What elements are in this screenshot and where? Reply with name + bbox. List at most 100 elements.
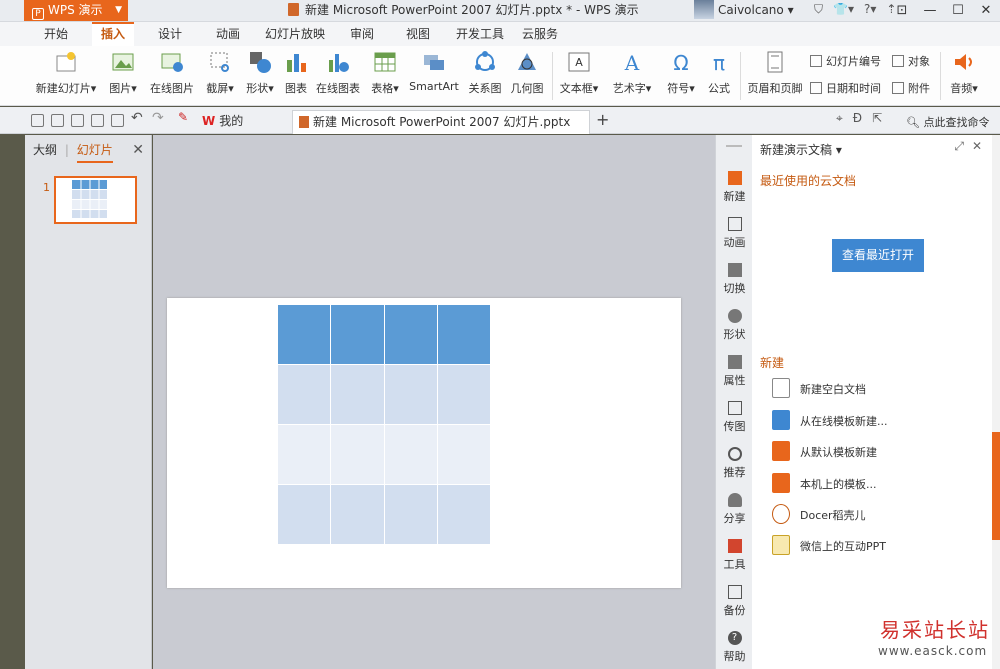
print-icon[interactable] bbox=[91, 114, 104, 127]
new-from-online-template[interactable]: 从在线模板新建... bbox=[772, 410, 888, 434]
sidebar-item-transition[interactable]: 切换 bbox=[716, 263, 753, 296]
slide[interactable] bbox=[167, 298, 681, 588]
sidebar-item-tools[interactable]: 工具 bbox=[716, 539, 753, 572]
open-icon[interactable] bbox=[31, 114, 44, 127]
tab-animation[interactable]: 动画 bbox=[208, 22, 248, 46]
chart-button[interactable]: 图表 bbox=[282, 50, 310, 96]
wechat-interactive-ppt[interactable]: 微信上的互动PPT bbox=[772, 535, 886, 559]
sidebar-item-properties[interactable]: 属性 bbox=[716, 355, 753, 388]
table-cell[interactable] bbox=[383, 424, 438, 485]
textbox-button[interactable]: A 文本框▾ bbox=[556, 50, 602, 96]
slide-number-button[interactable]: 幻灯片编号 bbox=[810, 53, 881, 69]
print-preview-icon[interactable] bbox=[111, 114, 124, 127]
sidebar-item-recommend[interactable]: 推荐 bbox=[716, 447, 753, 480]
minimize-button[interactable]: — bbox=[916, 0, 944, 21]
sidebar-item-animation[interactable]: 动画 bbox=[716, 217, 753, 250]
sidebar-item-share[interactable]: 分享 bbox=[716, 493, 753, 526]
sidebar-item-upload-image[interactable]: 传图 bbox=[716, 401, 753, 434]
tab-my-wps[interactable]: W我的WPS✕ bbox=[196, 110, 288, 150]
table-cell[interactable] bbox=[276, 364, 332, 425]
tab-review[interactable]: 审阅 bbox=[342, 22, 382, 46]
sidebar-item-help[interactable]: ? 帮助 bbox=[716, 631, 753, 664]
tab-document[interactable]: 新建 Microsoft PowerPoint 2007 幻灯片.pptx *✕ bbox=[292, 110, 590, 151]
formula-button[interactable]: π 公式 bbox=[704, 50, 734, 96]
sidebar-item-backup[interactable]: 备份 bbox=[716, 585, 753, 618]
table-cell[interactable] bbox=[436, 304, 492, 365]
fullscreen-icon[interactable]: ⊡ bbox=[888, 0, 916, 21]
shapes-button[interactable]: 形状▾ bbox=[242, 50, 278, 96]
smartart-button[interactable]: SmartArt bbox=[408, 50, 460, 93]
new-from-default-template[interactable]: 从默认模板新建 bbox=[772, 441, 877, 465]
audio-button[interactable]: 音频▾ bbox=[944, 50, 984, 96]
close-button[interactable]: ✕ bbox=[972, 0, 1000, 21]
tab-design[interactable]: 设计 bbox=[150, 22, 190, 46]
export-pdf-icon[interactable] bbox=[71, 114, 84, 127]
undo-icon[interactable]: ↶ bbox=[131, 110, 143, 126]
online-picture-button[interactable]: 在线图片 bbox=[148, 50, 196, 96]
undock-icon[interactable]: ⤢ bbox=[954, 139, 964, 153]
relation-chart-button[interactable]: 关系图 bbox=[466, 50, 504, 96]
skin-icon[interactable]: 👕▾ bbox=[833, 2, 854, 16]
tab-home[interactable]: 开始 bbox=[36, 22, 76, 46]
picture-button[interactable]: 图片▾ bbox=[106, 50, 140, 96]
maximize-button[interactable]: ☐ bbox=[944, 0, 972, 21]
table-cell[interactable] bbox=[330, 304, 385, 365]
online-chart-button[interactable]: 在线图表 bbox=[314, 50, 362, 96]
table-cell[interactable] bbox=[276, 484, 332, 545]
table-cell[interactable] bbox=[383, 484, 438, 545]
attachment-button[interactable]: 附件 bbox=[892, 80, 930, 96]
save-icon[interactable] bbox=[51, 114, 64, 127]
local-templates[interactable]: 本机上的模板... bbox=[772, 473, 877, 497]
geometry-button[interactable]: 几何图 bbox=[508, 50, 546, 96]
d-icon[interactable]: Ð bbox=[853, 111, 862, 125]
tab-outline[interactable]: 大纲 bbox=[33, 143, 57, 157]
table-cell[interactable] bbox=[383, 304, 438, 365]
collapse-icon[interactable]: ⇱ bbox=[872, 111, 882, 125]
table-cell[interactable] bbox=[436, 424, 492, 485]
new-blank-doc[interactable]: 新建空白文档 bbox=[772, 378, 866, 402]
task-pane-title[interactable]: 新建演示文稿 ▾ bbox=[760, 141, 842, 158]
slide-thumbnail[interactable] bbox=[54, 176, 137, 224]
slide-table[interactable] bbox=[276, 304, 492, 545]
close-icon[interactable]: ✕ bbox=[132, 135, 144, 165]
object-button[interactable]: 对象 bbox=[892, 53, 930, 69]
new-tab-button[interactable]: + bbox=[596, 110, 609, 129]
scrollbar[interactable] bbox=[992, 135, 1000, 669]
format-painter-icon[interactable]: ✎ bbox=[178, 110, 188, 124]
tab-slides[interactable]: 幻灯片 bbox=[76, 143, 113, 163]
tab-slideshow[interactable]: 幻灯片放映 bbox=[262, 22, 328, 46]
header-footer-button[interactable]: 页眉和页脚 bbox=[746, 50, 804, 96]
table-cell[interactable] bbox=[276, 304, 332, 365]
pin-icon[interactable]: ⌖ bbox=[836, 111, 843, 125]
shield-icon[interactable]: ⛉ bbox=[814, 2, 823, 16]
redo-icon[interactable]: ↷ bbox=[152, 110, 164, 126]
table-cell[interactable] bbox=[330, 484, 385, 545]
sidebar-item-shape[interactable]: 形状 bbox=[716, 309, 753, 342]
tab-cloud[interactable]: 云服务 bbox=[520, 22, 560, 46]
help-icon[interactable]: ?▾ bbox=[864, 2, 876, 16]
screenshot-button[interactable]: 截屏▾ bbox=[202, 50, 238, 96]
symbol-button[interactable]: Ω 符号▾ bbox=[664, 50, 698, 96]
table-cell[interactable] bbox=[436, 484, 492, 545]
drag-handle[interactable] bbox=[726, 145, 742, 147]
table-cell[interactable] bbox=[330, 364, 385, 425]
scrollbar-thumb[interactable] bbox=[992, 432, 1000, 540]
view-recent-button[interactable]: 查看最近打开 bbox=[832, 239, 924, 272]
app-menu-button[interactable]: P WPS 演示 ▼ bbox=[24, 0, 128, 21]
table-cell[interactable] bbox=[276, 424, 332, 485]
table-cell[interactable] bbox=[436, 364, 492, 425]
tab-view[interactable]: 视图 bbox=[398, 22, 438, 46]
table-cell[interactable] bbox=[330, 424, 385, 485]
date-time-button[interactable]: 日期和时间 bbox=[810, 80, 881, 96]
new-slide-button[interactable]: 新建幻灯片▾ bbox=[32, 50, 100, 96]
user-account[interactable]: Caivolcano ▾ bbox=[694, 0, 794, 21]
table-button[interactable]: 表格▾ bbox=[366, 50, 404, 96]
table-cell[interactable] bbox=[383, 364, 438, 425]
wordart-button[interactable]: A 艺术字▾ bbox=[608, 50, 656, 96]
close-icon[interactable]: ✕ bbox=[972, 139, 982, 153]
tab-developer[interactable]: 开发工具 bbox=[454, 22, 506, 46]
sidebar-item-new[interactable]: 新建 bbox=[716, 171, 753, 204]
command-search[interactable]: 🔍︎ 点此查找命令 bbox=[906, 114, 989, 130]
docer-link[interactable]: Docer稻壳儿 bbox=[772, 504, 866, 528]
tab-insert[interactable]: 插入 bbox=[92, 22, 134, 46]
